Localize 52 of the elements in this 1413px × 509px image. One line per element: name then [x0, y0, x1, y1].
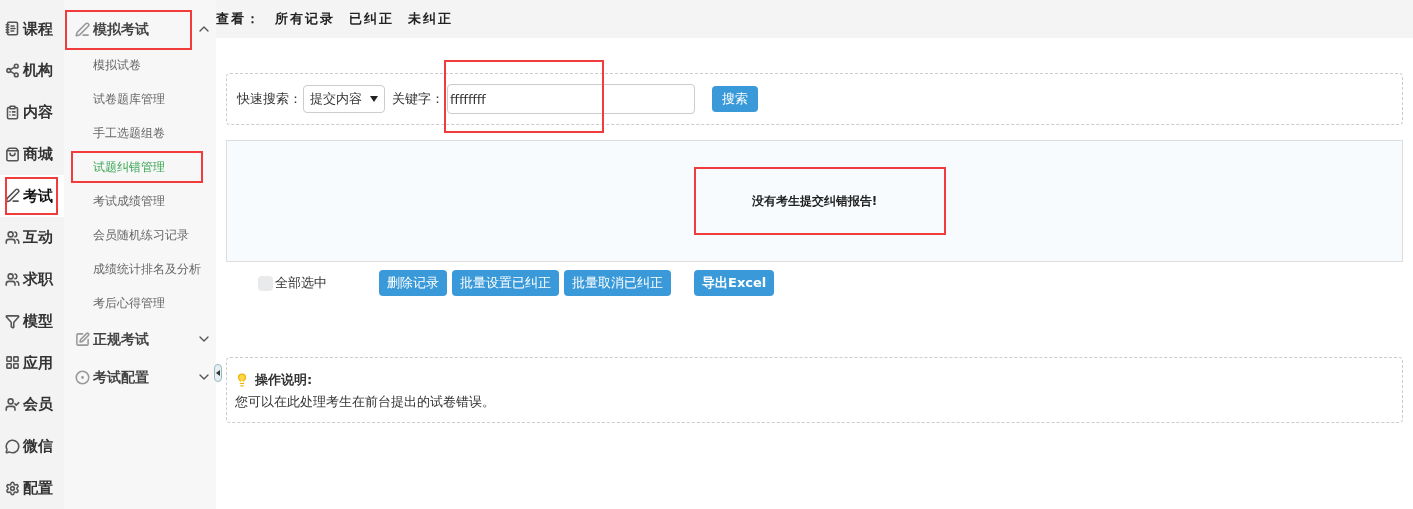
chat-icon	[5, 438, 20, 454]
keyword-label: 关键字：	[392, 90, 444, 109]
rail-item[interactable]: 机构	[0, 49, 64, 92]
filter-link[interactable]: 所有记录	[275, 9, 335, 29]
menu-group[interactable]: 模拟考试	[64, 10, 216, 48]
menu-item[interactable]: 考后心得管理	[64, 286, 216, 320]
search-type-select[interactable]: 提交内容	[303, 85, 385, 113]
users-icon	[5, 271, 20, 287]
pen-icon	[5, 188, 20, 204]
menu-item[interactable]: 手工选题组卷	[64, 116, 216, 150]
edit-icon	[75, 331, 90, 347]
menu-group[interactable]: 考试配置	[64, 358, 216, 396]
rail-item[interactable]: 配置	[0, 467, 64, 509]
bag-icon	[5, 146, 20, 162]
funnel-icon	[5, 313, 20, 329]
rail-item[interactable]: 模型	[0, 300, 64, 342]
menu-item[interactable]: 会员随机练习记录	[64, 218, 216, 252]
empty-message: 没有考生提交纠错报告!	[751, 193, 878, 210]
filter-link[interactable]: 已纠正	[349, 9, 394, 29]
rail-item[interactable]: 求职	[0, 258, 64, 301]
search-label: 快速搜索：	[237, 90, 302, 109]
rail-item[interactable]: 内容	[0, 91, 64, 134]
share-icon	[5, 63, 20, 79]
rail-item[interactable]: 课程	[0, 8, 64, 50]
circle-icon	[75, 369, 90, 385]
keyword-field[interactable]: ffffffff	[447, 84, 695, 114]
grid-icon	[5, 355, 20, 371]
rail-item[interactable]: 微信	[0, 425, 64, 468]
collapse-handle[interactable]	[214, 364, 222, 382]
users-icon	[5, 230, 20, 246]
settings-icon	[5, 480, 20, 496]
dropdown-caret-icon	[370, 96, 378, 102]
help-title: 操作说明:	[255, 371, 313, 389]
rail-item[interactable]: 会员	[0, 383, 64, 426]
rail-item[interactable]: 商城	[0, 133, 64, 175]
rail-item[interactable]: 互动	[0, 216, 64, 259]
menu-item[interactable]: 考试成绩管理	[64, 184, 216, 218]
menu-item[interactable]: 试卷题库管理	[64, 82, 216, 116]
filter-label: 查看：	[216, 10, 261, 29]
select-all-label: 全部选中	[275, 274, 327, 293]
rail-item[interactable]: 考试	[0, 175, 64, 217]
user-check-icon	[5, 397, 20, 413]
menu-item[interactable]: 模拟试卷	[64, 48, 216, 82]
lightbulb-icon	[235, 372, 249, 387]
menu-item[interactable]: 成绩统计排名及分析	[64, 252, 216, 286]
menu-group[interactable]: 正规考试	[64, 320, 216, 358]
notebook-icon	[5, 21, 20, 37]
clipboard-icon	[5, 104, 20, 120]
help-text: 您可以在此处理考生在前台提出的试卷错误。	[235, 392, 496, 411]
rail-item[interactable]: 应用	[0, 342, 64, 384]
pen-icon	[75, 21, 90, 37]
filter-link[interactable]: 未纠正	[408, 9, 453, 29]
